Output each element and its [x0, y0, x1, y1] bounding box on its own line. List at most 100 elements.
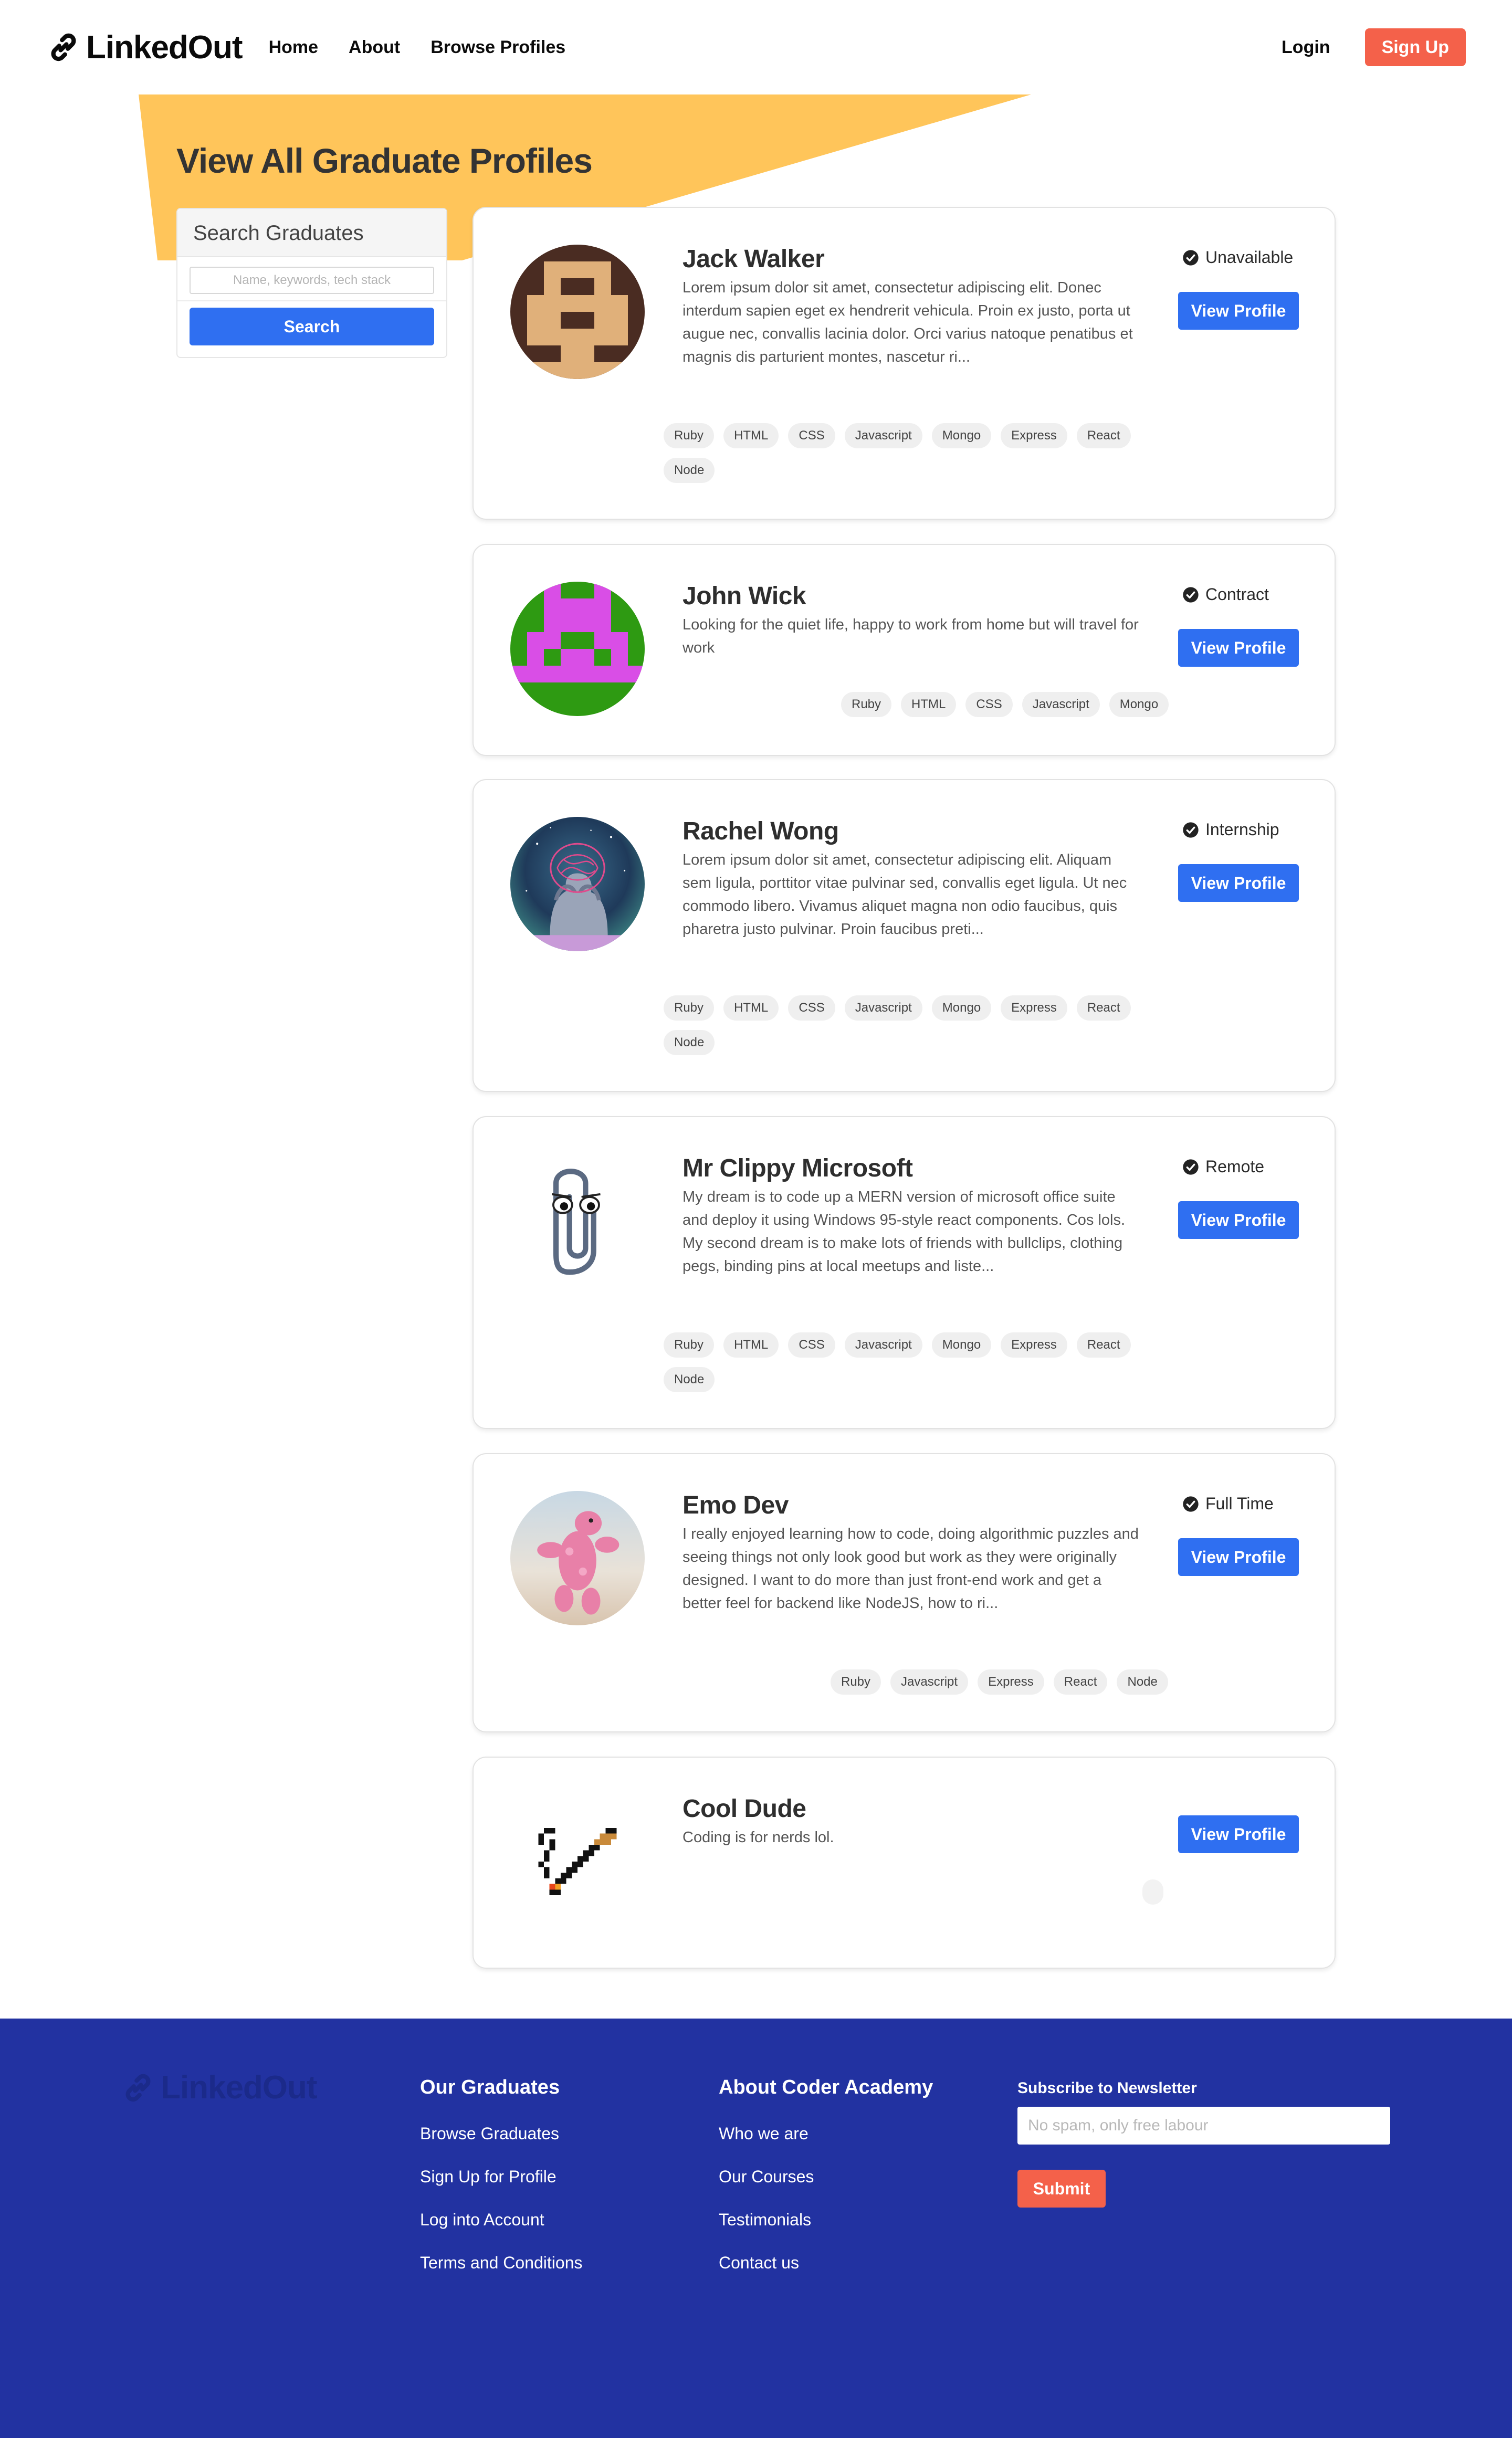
footer-signup-profile-link[interactable]: Sign Up for Profile — [420, 2167, 582, 2210]
tech-tag: Javascript — [844, 423, 922, 448]
footer-graduates-links: Browse Graduates Sign Up for Profile Log… — [420, 2124, 582, 2296]
tech-tag: React — [1076, 995, 1131, 1021]
status-badge: Internship — [1182, 820, 1279, 839]
profile-name: Emo Dev — [682, 1491, 789, 1519]
view-profile-button[interactable]: View Profile — [1178, 292, 1299, 330]
tech-tag: HTML — [723, 423, 779, 448]
status-label: Full Time — [1205, 1494, 1274, 1513]
footer-academy-heading: About Coder Academy — [719, 2076, 933, 2098]
profile-card: John Wick Looking for the quiet life, ha… — [472, 544, 1336, 756]
tech-tag: Javascript — [844, 1332, 922, 1358]
check-circle-icon — [1183, 1159, 1199, 1175]
tech-tag: Ruby — [841, 692, 892, 717]
search-heading: Search Graduates — [177, 209, 446, 257]
profile-bio: My dream is to code up a MERN version of… — [682, 1189, 1126, 1275]
footer-graduates-heading: Our Graduates — [420, 2076, 560, 2098]
footer-contact-link[interactable]: Contact us — [719, 2253, 933, 2296]
tech-tag — [1142, 1879, 1163, 1905]
nav-home-link[interactable]: Home — [269, 37, 318, 58]
footer-brand-logo[interactable]: LinkedOut — [121, 2069, 318, 2106]
status-badge: Contract — [1182, 585, 1269, 604]
profile-name: Jack Walker — [682, 245, 825, 273]
profile-bio: I really enjoyed learning how to code, d… — [682, 1526, 1139, 1612]
view-profile-button[interactable]: View Profile — [1178, 864, 1299, 902]
footer-testimonials-link[interactable]: Testimonials — [719, 2210, 933, 2253]
tech-tag: Express — [978, 1669, 1044, 1695]
nav-links: Home About Browse Profiles — [269, 37, 566, 58]
profile-name: Rachel Wong — [682, 817, 839, 845]
pixel-invader-avatar — [510, 582, 645, 716]
profile-card: Jack Walker Lorem ipsum dolor sit amet, … — [472, 207, 1336, 520]
tech-tag: Node — [664, 1367, 715, 1392]
tech-tag: Mongo — [931, 1332, 992, 1358]
page-title: View All Graduate Profiles — [176, 141, 593, 180]
site-footer: LinkedOut Our Graduates Browse Graduates… — [0, 2019, 1512, 2438]
tech-tag: Node — [664, 1030, 715, 1055]
profile-card: Rachel Wong Lorem ipsum dolor sit amet, … — [472, 779, 1336, 1092]
status-label: Contract — [1205, 585, 1269, 604]
signup-button[interactable]: Sign Up — [1364, 28, 1466, 66]
check-circle-icon — [1183, 1496, 1199, 1512]
footer-courses-link[interactable]: Our Courses — [719, 2167, 933, 2210]
brand-logo[interactable]: LinkedOut — [46, 29, 243, 66]
view-profile-button[interactable]: View Profile — [1178, 1815, 1299, 1853]
view-profile-button[interactable]: View Profile — [1178, 629, 1299, 667]
status-badge: Unavailable — [1182, 248, 1293, 267]
pixel-cigarette-avatar — [510, 1794, 645, 1929]
tech-tag: Ruby — [831, 1669, 881, 1695]
tech-tag: Javascript — [1022, 692, 1100, 717]
footer-who-we-are-link[interactable]: Who we are — [719, 2124, 933, 2167]
tech-tag: React — [1076, 1332, 1131, 1358]
profile-bio: Looking for the quiet life, happy to wor… — [682, 616, 1139, 656]
newsletter-submit-button[interactable]: Submit — [1017, 2170, 1106, 2208]
search-button[interactable]: Search — [190, 308, 434, 345]
tech-tag: CSS — [965, 692, 1013, 717]
nav-browse-profiles-link[interactable]: Browse Profiles — [430, 37, 565, 58]
status-badge: Remote — [1182, 1157, 1264, 1176]
tech-tags: Ruby HTML CSS Javascript Mongo Express R… — [664, 995, 1162, 1055]
footer-academy-links: Who we are Our Courses Testimonials Cont… — [719, 2124, 933, 2296]
tech-tag: Ruby — [664, 1332, 715, 1358]
footer-terms-link[interactable]: Terms and Conditions — [420, 2253, 582, 2296]
newsletter-label: Subscribe to Newsletter — [1017, 2079, 1197, 2097]
footer-browse-graduates-link[interactable]: Browse Graduates — [420, 2124, 582, 2167]
tech-tag: CSS — [788, 995, 835, 1021]
login-link[interactable]: Login — [1282, 37, 1330, 58]
view-profile-button[interactable]: View Profile — [1178, 1538, 1299, 1576]
profile-card: Emo Dev I really enjoyed learning how to… — [472, 1453, 1336, 1732]
tech-tag: HTML — [723, 1332, 779, 1358]
tech-tag: Mongo — [1109, 692, 1169, 717]
pixel-face-avatar — [510, 245, 645, 379]
tech-tags: Ruby HTML CSS Javascript Mongo Express R… — [664, 423, 1162, 483]
profile-bio: Coding is for nerds lol. — [682, 1829, 834, 1846]
brand-name: LinkedOut — [86, 29, 243, 66]
tech-tag: Mongo — [931, 995, 992, 1021]
link-chain-icon — [125, 2074, 151, 2101]
check-circle-icon — [1183, 822, 1199, 838]
tech-tag: HTML — [901, 692, 957, 717]
search-divider — [177, 300, 446, 301]
status-label: Unavailable — [1205, 248, 1294, 267]
check-circle-icon — [1183, 249, 1199, 266]
tech-tag: Express — [1001, 1332, 1067, 1358]
tech-tag: Express — [1001, 995, 1067, 1021]
nav-about-link[interactable]: About — [349, 37, 400, 58]
profile-card: Mr Clippy Microsoft My dream is to code … — [472, 1116, 1336, 1429]
footer-academy-column: About Coder Academy Who we are Our Cours… — [719, 2076, 933, 2296]
profile-card: Cool Dude Coding is for nerds lol. View … — [472, 1757, 1336, 1969]
tech-tag: React — [1076, 423, 1131, 448]
link-chain-icon — [51, 33, 76, 61]
check-circle-icon — [1183, 586, 1199, 603]
search-input[interactable] — [190, 267, 434, 294]
tech-tag: Javascript — [844, 995, 922, 1021]
tech-tags: Ruby HTML CSS Javascript Mongo Express R… — [664, 1332, 1162, 1392]
tech-tags: Ruby HTML CSS Javascript Mongo — [841, 692, 1209, 717]
nav-auth: Login Sign Up — [1282, 28, 1466, 66]
newsletter-email-input[interactable] — [1017, 2107, 1390, 2145]
footer-login-link[interactable]: Log into Account — [420, 2210, 582, 2253]
tech-tag: Node — [1117, 1669, 1168, 1695]
view-profile-button[interactable]: View Profile — [1178, 1201, 1299, 1239]
illustration-avatar — [510, 817, 645, 951]
newsletter-section: Subscribe to Newsletter Submit — [1017, 2079, 1390, 2208]
tech-tag: Node — [664, 458, 715, 483]
